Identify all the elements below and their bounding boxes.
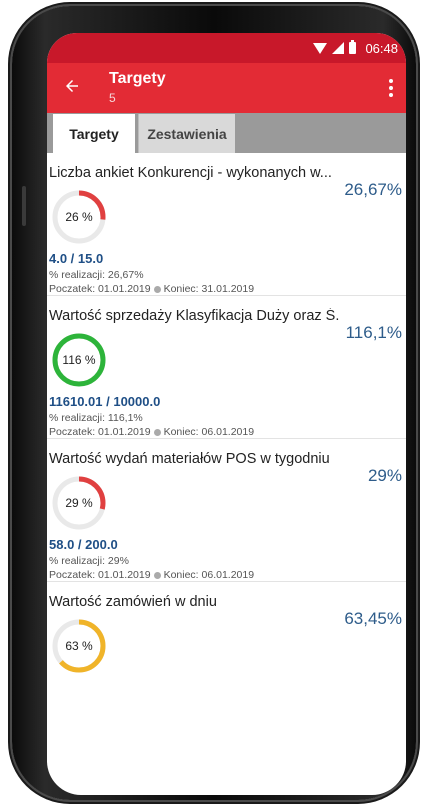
target-card[interactable]: Wartość sprzedaży Klasyfikacja Duży oraz… [47, 296, 406, 439]
target-percent: 116,1% [345, 323, 402, 342]
end-date: Koniec: 06.01.2019 [163, 426, 255, 438]
target-name: Liczba ankiet Konkurencji - wykonanych w… [49, 165, 332, 181]
overflow-menu-button[interactable] [384, 77, 398, 99]
more-vert-icon [389, 79, 393, 83]
screen: 06:48 Targety 5 Targety Zestawienia Licz… [47, 33, 406, 795]
target-dates: Poczatek: 01.01.2019 Koniec: 31.01.2019 [49, 283, 254, 295]
target-name: Wartość wydań materiałów POS w tygodniu [49, 451, 330, 467]
donut-label: 116 % [62, 353, 96, 367]
target-card[interactable]: Wartość wydań materiałów POS w tygodniu … [47, 439, 406, 582]
back-button[interactable] [59, 73, 85, 99]
donut-label: 63 % [65, 639, 93, 653]
tab-targety[interactable]: Targety [53, 114, 135, 153]
target-realization: % realizacji: 116,1% [49, 412, 143, 424]
start-date: Poczatek: 01.01.2019 [49, 283, 151, 295]
battery-icon [349, 40, 357, 54]
signal-icon [332, 42, 345, 54]
target-realization: % realizacji: 26,67% [49, 269, 144, 281]
target-dates: Poczatek: 01.01.2019 Koniec: 06.01.2019 [49, 569, 254, 581]
target-percent: 63,45% [344, 609, 402, 628]
target-ratio: 58.0 / 200.0 [49, 537, 118, 552]
start-date: Poczatek: 01.01.2019 [49, 426, 151, 438]
target-card[interactable]: Liczba ankiet Konkurencji - wykonanych w… [47, 153, 406, 296]
page-subtitle: 5 [109, 91, 116, 105]
target-ratio: 11610.01 / 10000.0 [49, 394, 161, 409]
status-time: 06:48 [365, 40, 398, 56]
tab-bar: Targety Zestawienia [47, 113, 406, 153]
dot-icon [153, 285, 161, 293]
targets-list: Liczba ankiet Konkurencji - wykonanych w… [47, 153, 406, 725]
target-realization: % realizacji: 29% [49, 555, 129, 567]
end-date: Koniec: 06.01.2019 [163, 569, 255, 581]
app-bar: Targety 5 [47, 63, 406, 113]
donut-label: 26 % [65, 210, 93, 224]
phone-side-button [22, 186, 26, 226]
donut-label: 29 % [65, 496, 93, 510]
target-card[interactable]: Wartość zamówień w dniu 63,45% 63 % [47, 582, 406, 725]
phone-frame: 06:48 Targety 5 Targety Zestawienia Licz… [12, 6, 416, 800]
start-date: Poczatek: 01.01.2019 [49, 569, 151, 581]
page-title: Targety [109, 70, 166, 87]
target-name: Wartość sprzedaży Klasyfikacja Duży oraz… [49, 308, 339, 324]
dot-icon [153, 571, 161, 579]
dot-icon [153, 428, 161, 436]
target-percent: 26,67% [344, 180, 402, 199]
tab-zestawienia[interactable]: Zestawienia [138, 114, 235, 153]
target-ratio: 4.0 / 15.0 [49, 251, 104, 266]
status-bar: 06:48 [47, 33, 406, 63]
target-dates: Poczatek: 01.01.2019 Koniec: 06.01.2019 [49, 426, 254, 438]
target-percent: 29% [367, 466, 402, 485]
end-date: Koniec: 31.01.2019 [163, 283, 255, 295]
target-name: Wartość zamówień w dniu [49, 594, 217, 610]
arrow-back-icon [66, 80, 78, 92]
wifi-icon [313, 42, 328, 54]
